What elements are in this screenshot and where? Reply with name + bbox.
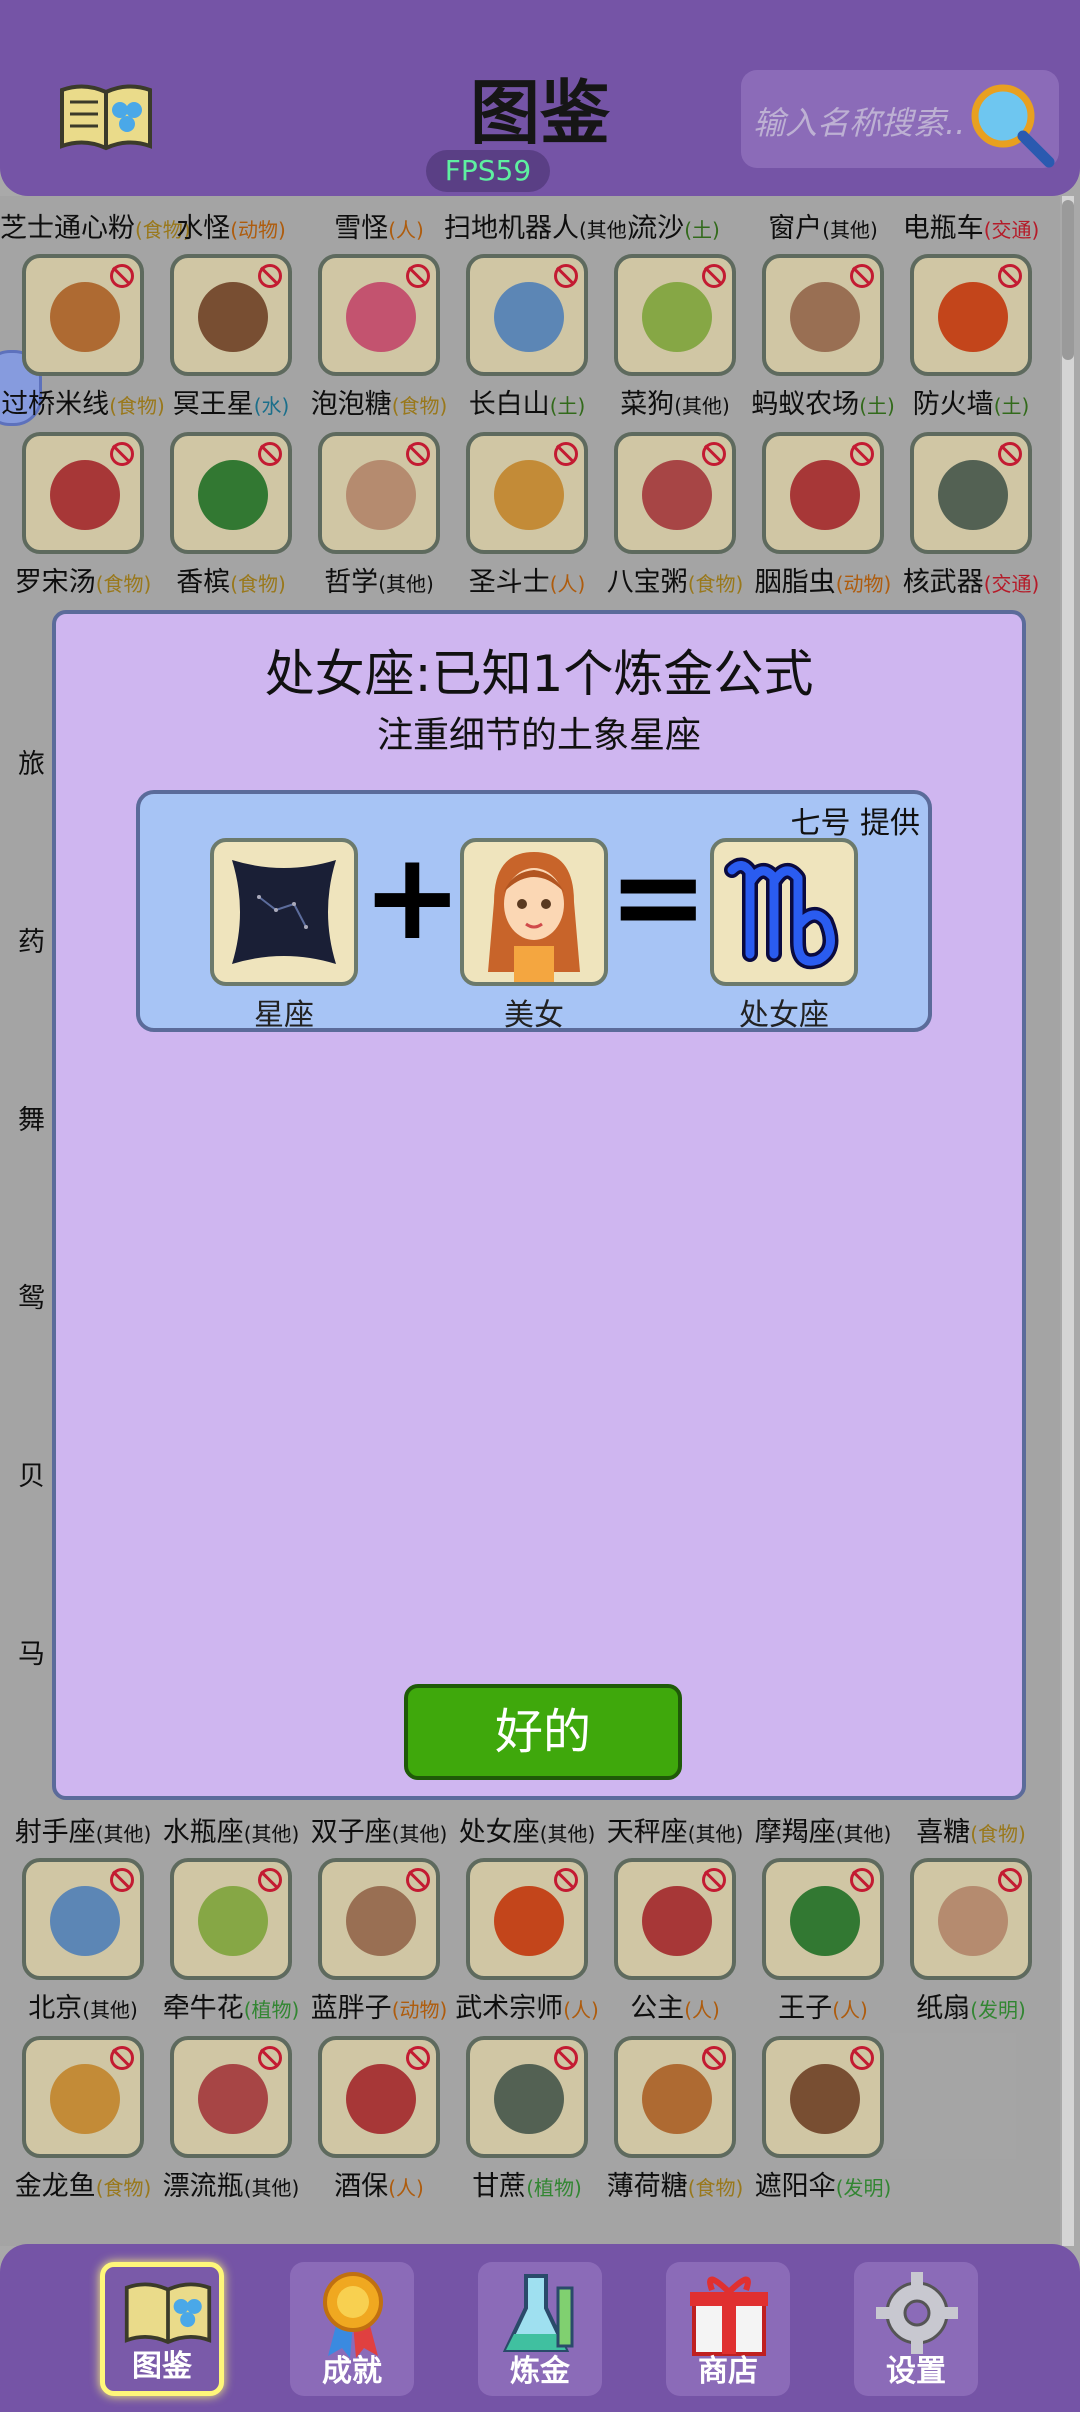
nav-shop-label: 商店 [698,2354,758,2389]
recipe-provider: 七号 提供 [790,806,920,841]
flask-icon [502,2274,574,2352]
ok-button[interactable]: 好的 [404,1684,682,1780]
nav-shop[interactable]: 商店 [666,2262,790,2396]
constellation-icon [232,860,336,964]
gear-icon [876,2272,958,2354]
result-label: 处女座 [739,998,829,1033]
recipe-dialog: 处女座:已知1个炼金公式 注重细节的土象星座 七号 提供 星座 + 美女 = 处… [52,610,1026,1800]
nav-alchemy-label: 炼金 [510,2354,570,2389]
nav-settings-label: 设置 [886,2354,946,2389]
ingredient-2-label: 美女 [504,998,564,1033]
nav-encyclopedia-label: 图鉴 [132,2349,192,2384]
nav-settings[interactable]: 设置 [854,2262,978,2396]
nav-achievements-label: 成就 [322,2354,382,2389]
scrollbar[interactable] [1062,196,1074,2246]
equals-sign: = [608,828,709,967]
nav-alchemy[interactable]: 炼金 [478,2262,602,2396]
fps-counter: FPS59 [426,150,550,192]
bottom-nav: 图鉴 成就 炼金 商店 设置 [0,2244,1080,2412]
dialog-title: 处女座:已知1个炼金公式 [264,645,814,703]
scrollbar-thumb[interactable] [1062,200,1074,360]
gift-icon [690,2276,768,2356]
ingredient-1-label: 星座 [254,998,314,1033]
nav-encyclopedia[interactable]: 图鉴 [100,2262,224,2396]
ingredient-1-tile[interactable] [210,838,358,986]
beauty-girl-icon [488,852,580,982]
plus-sign: + [362,828,463,967]
result-tile[interactable] [710,838,858,986]
virgo-symbol-icon [724,857,839,970]
dialog-subtitle: 注重细节的土象星座 [376,715,701,756]
medal-icon [323,2272,383,2358]
recipe-card: 七号 提供 星座 + 美女 = 处女座 [136,790,932,1033]
search-icon[interactable] [963,76,1059,172]
nav-achievements[interactable]: 成就 [290,2262,414,2396]
ingredient-2-tile[interactable] [460,838,608,986]
search-box[interactable]: 输入名称搜索.. [741,70,1059,168]
search-input[interactable]: 输入名称搜索.. [753,98,965,144]
